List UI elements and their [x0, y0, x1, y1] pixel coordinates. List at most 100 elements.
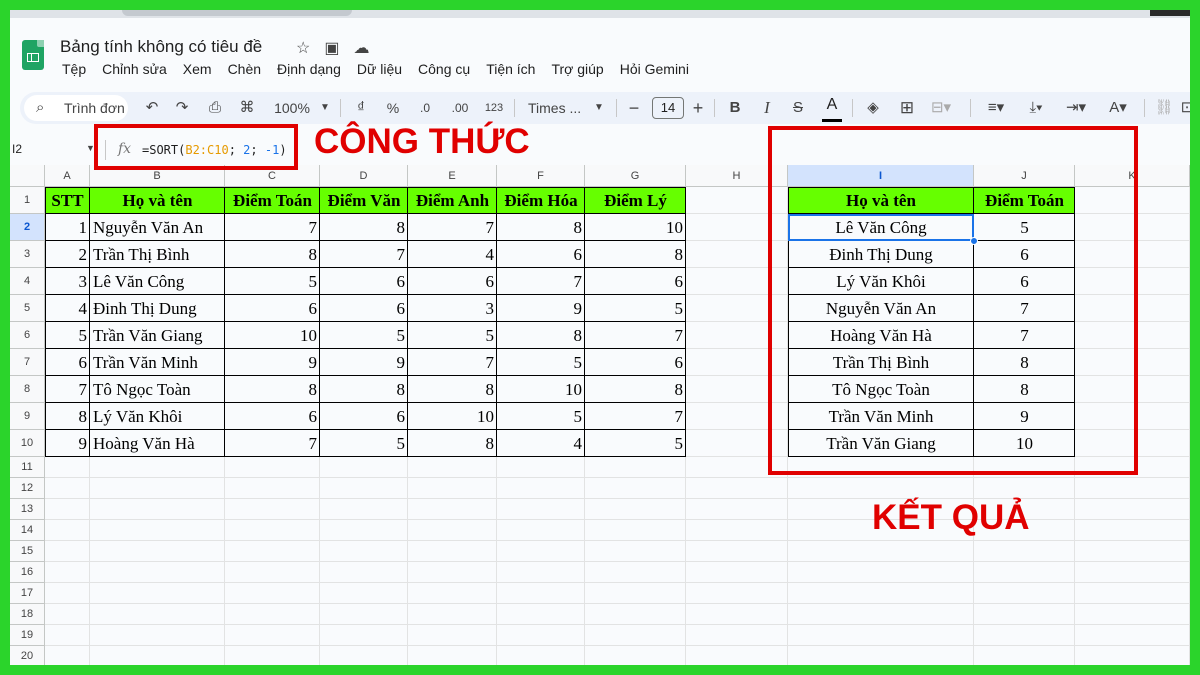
table-cell[interactable]: 5	[45, 322, 90, 349]
menu-item[interactable]: Trợ giúp	[551, 61, 603, 77]
table-cell[interactable]: 8	[225, 241, 320, 268]
table-cell[interactable]: 7	[408, 214, 497, 241]
table-cell[interactable]: 3	[45, 268, 90, 295]
text-color-icon[interactable]: A	[822, 96, 842, 122]
table-cell[interactable]: 3	[408, 295, 497, 322]
menu-item[interactable]: Tệp	[62, 61, 86, 77]
menu-item[interactable]: Dữ liệu	[357, 61, 402, 77]
decrease-decimal-button[interactable]: .0	[416, 92, 434, 124]
table-cell[interactable]: 8	[45, 403, 90, 430]
font-size-input[interactable]: 14	[652, 97, 684, 119]
table-cell[interactable]: 6	[225, 295, 320, 322]
table-cell[interactable]: 9	[225, 349, 320, 376]
column-header[interactable]: G	[585, 165, 686, 187]
table-cell[interactable]: Trần Văn Minh	[90, 349, 225, 376]
row-header[interactable]: 14	[10, 520, 45, 541]
row-header[interactable]: 13	[10, 499, 45, 520]
text-wrap-icon[interactable]: ⇥▾	[1060, 92, 1092, 124]
vertical-align-icon[interactable]: ⤓▾	[1020, 92, 1052, 124]
row-header[interactable]: 10	[10, 430, 45, 457]
column-header[interactable]: F	[497, 165, 585, 187]
row-header[interactable]: 3	[10, 241, 45, 268]
currency-format-button[interactable]: ₫	[354, 92, 368, 124]
table-cell[interactable]: 8	[497, 214, 585, 241]
table-cell[interactable]: 8	[320, 376, 408, 403]
table-cell[interactable]: 10	[408, 403, 497, 430]
table-cell[interactable]: 10	[225, 322, 320, 349]
menu-item[interactable]: Định dạng	[277, 61, 341, 77]
row-header[interactable]: 16	[10, 562, 45, 583]
merge-cells-icon[interactable]: ⊟▾	[928, 92, 954, 124]
table-cell[interactable]: 5	[497, 349, 585, 376]
table-cell[interactable]: 6	[497, 241, 585, 268]
menu-item[interactable]: Hỏi Gemini	[620, 61, 689, 77]
redo-icon[interactable]: ↷	[172, 92, 192, 124]
row-header[interactable]: 11	[10, 457, 45, 478]
row-header[interactable]: 7	[10, 349, 45, 376]
table-header-cell[interactable]: STT	[45, 187, 90, 214]
table-cell[interactable]: Lý Văn Khôi	[90, 403, 225, 430]
table-cell[interactable]: 8	[585, 376, 686, 403]
browser-tab[interactable]	[122, 10, 352, 16]
table-cell[interactable]: 5	[225, 268, 320, 295]
table-header-cell[interactable]: Điểm Anh	[408, 187, 497, 214]
table-cell[interactable]: 9	[320, 349, 408, 376]
table-cell[interactable]: 10	[585, 214, 686, 241]
column-header[interactable]: E	[408, 165, 497, 187]
row-header[interactable]: 9	[10, 403, 45, 430]
table-cell[interactable]: 9	[497, 295, 585, 322]
row-header[interactable]: 15	[10, 541, 45, 562]
table-cell[interactable]: 10	[497, 376, 585, 403]
horizontal-align-icon[interactable]: ≡▾	[980, 92, 1012, 124]
row-header[interactable]: 1	[10, 187, 45, 214]
table-header-cell[interactable]: Điểm Văn	[320, 187, 408, 214]
italic-icon[interactable]: I	[758, 92, 776, 124]
menu-search-box[interactable]: ⌕ Trình đơn	[24, 95, 128, 121]
insert-link-icon[interactable]: ⛓	[1154, 92, 1174, 124]
table-cell[interactable]: 6	[585, 349, 686, 376]
select-all-corner[interactable]	[10, 165, 45, 187]
table-cell[interactable]: 7	[585, 322, 686, 349]
bold-icon[interactable]: B	[726, 92, 744, 124]
table-cell[interactable]: Trần Thị Bình	[90, 241, 225, 268]
table-header-cell[interactable]: Điểm Hóa	[497, 187, 585, 214]
row-header[interactable]: 8	[10, 376, 45, 403]
document-title[interactable]: Bảng tính không có tiêu đề	[60, 37, 262, 57]
name-box[interactable]: I2	[12, 142, 22, 156]
column-header[interactable]: D	[320, 165, 408, 187]
table-cell[interactable]: 6	[225, 403, 320, 430]
table-cell[interactable]: Hoàng Văn Hà	[90, 430, 225, 457]
table-cell[interactable]: 7	[225, 430, 320, 457]
row-header[interactable]: 5	[10, 295, 45, 322]
table-cell[interactable]: 5	[320, 430, 408, 457]
font-dropdown-icon[interactable]: ▼	[592, 92, 606, 124]
table-cell[interactable]: 6	[320, 403, 408, 430]
table-cell[interactable]: 5	[497, 403, 585, 430]
paint-format-icon[interactable]: ⌘	[236, 92, 258, 124]
increase-decimal-button[interactable]: .00	[448, 92, 472, 124]
browser-tab-dark[interactable]	[1150, 10, 1190, 16]
table-cell[interactable]: 5	[320, 322, 408, 349]
table-cell[interactable]: Trần Văn Giang	[90, 322, 225, 349]
table-cell[interactable]: 4	[497, 430, 585, 457]
table-cell[interactable]: 5	[408, 322, 497, 349]
table-cell[interactable]: 8	[320, 214, 408, 241]
number-format-button[interactable]: 123	[482, 92, 506, 124]
table-cell[interactable]: 4	[408, 241, 497, 268]
table-cell[interactable]: 7	[225, 214, 320, 241]
strikethrough-icon[interactable]: S	[788, 92, 808, 124]
zoom-dropdown-icon[interactable]: ▼	[318, 92, 332, 124]
print-icon[interactable]: ⎙	[204, 92, 226, 124]
table-cell[interactable]: 6	[45, 349, 90, 376]
table-header-cell[interactable]: Điểm Toán	[225, 187, 320, 214]
star-icon[interactable]: ☆	[296, 40, 324, 57]
table-cell[interactable]: 6	[320, 268, 408, 295]
table-cell[interactable]: Nguyễn Văn An	[90, 214, 225, 241]
menu-item[interactable]: Chèn	[228, 61, 261, 77]
table-cell[interactable]: 7	[320, 241, 408, 268]
table-cell[interactable]: Đinh Thị Dung	[90, 295, 225, 322]
row-header[interactable]: 18	[10, 604, 45, 625]
table-cell[interactable]: 7	[585, 403, 686, 430]
row-header[interactable]: 20	[10, 646, 45, 665]
table-cell[interactable]: 4	[45, 295, 90, 322]
